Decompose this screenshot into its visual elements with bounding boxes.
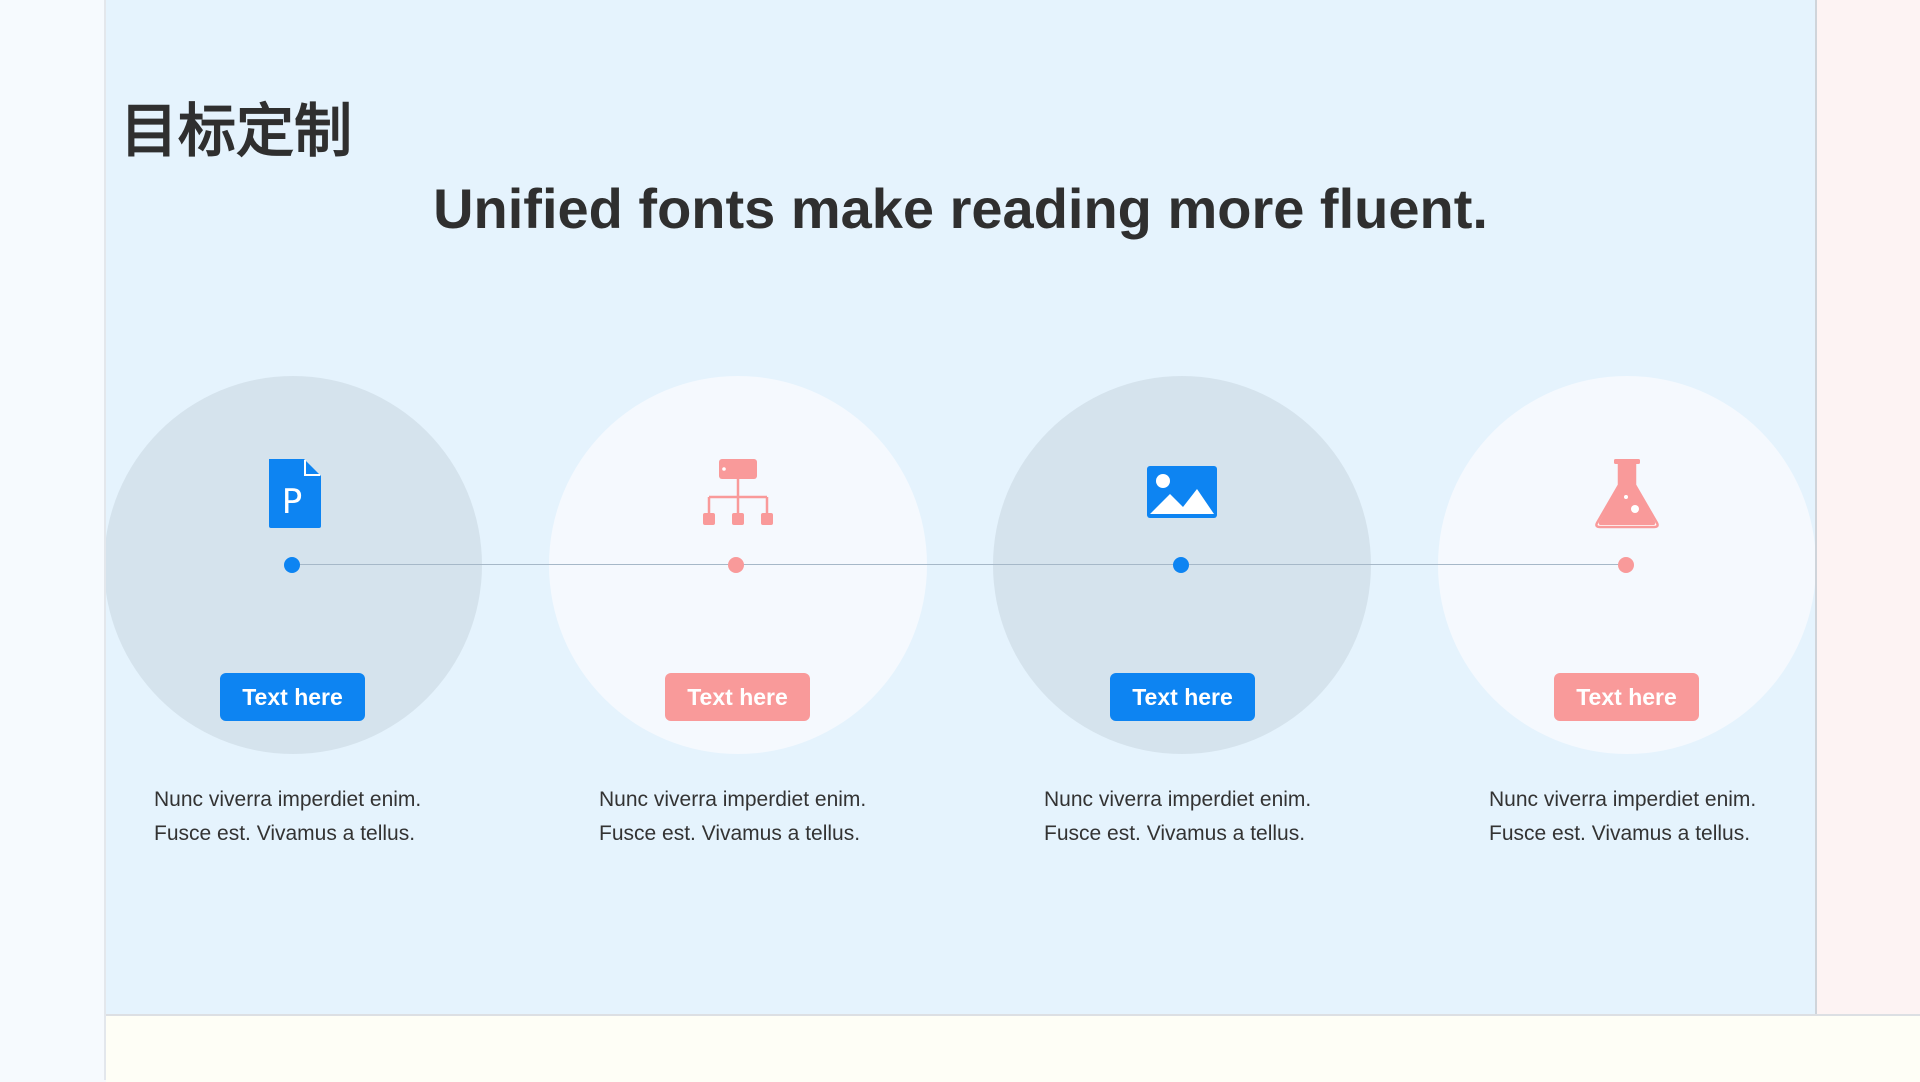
step-2-label-button[interactable]: Text here — [665, 673, 810, 721]
step-3-description-line1: Nunc viverra imperdiet enim. — [1044, 788, 1312, 811]
hierarchy-icon — [693, 449, 783, 539]
step-4-description-line2: Fusce est. Vivamus a tellus. — [1489, 822, 1751, 845]
step-1-label-button[interactable]: Text here — [220, 673, 365, 721]
step-3-description: Nunc viverra imperdiet enim. Fusce est. … — [1044, 783, 1344, 851]
step-1-dot — [284, 557, 300, 573]
step-4-dot — [1618, 557, 1634, 573]
step-2-description-line2: Fusce est. Vivamus a tellus. — [599, 822, 861, 845]
svg-text:P: P — [282, 482, 303, 522]
step-2-description-line1: Nunc viverra imperdiet enim. — [599, 788, 867, 811]
document-p-icon: P — [248, 449, 338, 539]
timeline-line — [292, 564, 1627, 565]
flask-icon — [1582, 449, 1672, 539]
step-4-label-button[interactable]: Text here — [1554, 673, 1699, 721]
slide-heading: 目标定制 — [120, 97, 353, 165]
step-3-dot — [1173, 557, 1189, 573]
step-3-label-button[interactable]: Text here — [1110, 673, 1255, 721]
step-1-description: Nunc viverra imperdiet enim. Fusce est. … — [154, 783, 454, 851]
image-icon — [1137, 449, 1227, 539]
right-panel — [1815, 0, 1920, 1014]
bottom-panel — [106, 1014, 1920, 1082]
left-panel — [0, 0, 106, 1080]
slide-canvas[interactable]: 目标定制 Unified fonts make reading more flu… — [106, 0, 1815, 1014]
slide-subtitle: Unified fonts make reading more fluent. — [433, 177, 1488, 240]
step-1-description-line2: Fusce est. Vivamus a tellus. — [154, 822, 416, 845]
step-4-description-line1: Nunc viverra imperdiet enim. — [1489, 788, 1757, 811]
step-3-description-line2: Fusce est. Vivamus a tellus. — [1044, 822, 1306, 845]
step-2-dot — [728, 557, 744, 573]
step-4-description: Nunc viverra imperdiet enim. Fusce est. … — [1489, 783, 1789, 851]
step-2-description: Nunc viverra imperdiet enim. Fusce est. … — [599, 783, 899, 851]
step-1-description-line1: Nunc viverra imperdiet enim. — [154, 788, 422, 811]
